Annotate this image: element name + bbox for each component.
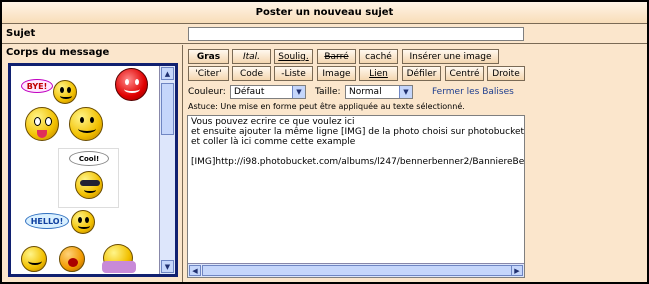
cool-bubble: Cool! — [69, 151, 109, 166]
scroll-right-icon[interactable]: ▶ — [511, 265, 523, 276]
smiley-scrollbar[interactable]: ▲ ▼ — [159, 66, 175, 274]
hidden-button[interactable]: caché — [359, 49, 398, 64]
chevron-down-icon: ▼ — [292, 86, 305, 98]
color-select[interactable]: Défaut ▼ — [230, 85, 306, 99]
bye-smiley-icon[interactable] — [53, 80, 77, 104]
scroll-thumb[interactable] — [161, 83, 174, 135]
scroll-left-icon[interactable]: ◀ — [189, 265, 201, 276]
message-hscrollbar[interactable]: ◀ ▶ — [188, 263, 524, 277]
chevron-down-icon: ▼ — [399, 86, 412, 98]
image-button[interactable]: Image — [317, 66, 356, 81]
bold-button[interactable]: Gras — [188, 49, 229, 64]
cool-smiley-icon[interactable]: Cool! — [58, 148, 119, 208]
hscroll-thumb[interactable] — [202, 265, 512, 276]
message-textarea[interactable]: Vous pouvez ecrire ce que voulez ici et … — [187, 115, 525, 278]
insert-image-button[interactable]: Insérer une image — [402, 49, 499, 64]
hello-bubble: HELLO! — [25, 213, 69, 229]
code-button[interactable]: Code — [232, 66, 271, 81]
scroll-up-icon[interactable]: ▲ — [161, 67, 174, 80]
color-label: Couleur: — [188, 87, 226, 97]
quote-button[interactable]: 'Citer' — [188, 66, 229, 81]
scroll-down-icon[interactable]: ▼ — [161, 260, 174, 273]
message-line: [IMG]http://i98.photobucket.com/albums/l… — [191, 157, 525, 167]
subject-label: Sujet — [6, 28, 36, 39]
message-line: Vous pouvez ecrire ce que voulez ici — [191, 117, 355, 127]
sleeping-smiley-icon[interactable] — [102, 244, 136, 273]
right-align-button[interactable]: Droite — [487, 66, 525, 81]
smiley-column: Corps du message BYE! Cool! HELLO! ▲ ▼ — [2, 45, 183, 282]
hello-smiley-icon[interactable] — [71, 210, 95, 234]
color-value: Défaut — [234, 87, 265, 97]
message-line: et ensuite ajouter la même ligne [IMG] d… — [191, 127, 525, 137]
center-button[interactable]: Centré — [445, 66, 484, 81]
size-select[interactable]: Normal ▼ — [345, 85, 413, 99]
bye-bubble: BYE! — [21, 79, 53, 93]
tongue-smiley-icon[interactable] — [25, 107, 59, 141]
strikethrough-button[interactable]: Barré — [317, 49, 356, 64]
post-form: Poster un nouveau sujet Sujet Corps du m… — [0, 0, 649, 284]
angry-smiley-icon[interactable] — [115, 68, 148, 101]
happy-smiley-icon[interactable] — [69, 107, 103, 141]
subject-row: Sujet — [2, 25, 647, 44]
body-label: Corps du message — [6, 47, 110, 58]
underline-button[interactable]: Soulig. — [274, 49, 313, 64]
smiley-panel: BYE! Cool! HELLO! ▲ ▼ — [8, 63, 178, 277]
italic-button[interactable]: Ital. — [232, 49, 271, 64]
cool-face-icon — [75, 171, 103, 199]
shouting-smiley-icon[interactable] — [59, 246, 85, 272]
size-value: Normal — [349, 87, 382, 97]
scroll-text-button[interactable]: Défiler — [402, 66, 441, 81]
message-line: et coller là ici comme cette example — [191, 137, 356, 147]
close-tags-link[interactable]: Fermer les Balises — [432, 87, 514, 97]
laughing-smiley-icon[interactable] — [21, 246, 47, 272]
list-button[interactable]: -Liste — [274, 66, 313, 81]
subject-input[interactable] — [188, 27, 524, 41]
page-title: Poster un nouveau sujet — [2, 2, 647, 24]
size-label: Taille: — [315, 87, 341, 97]
link-button[interactable]: Lien — [359, 66, 398, 81]
tip-text: Astuce: Une mise en forme peut être appl… — [188, 102, 465, 111]
